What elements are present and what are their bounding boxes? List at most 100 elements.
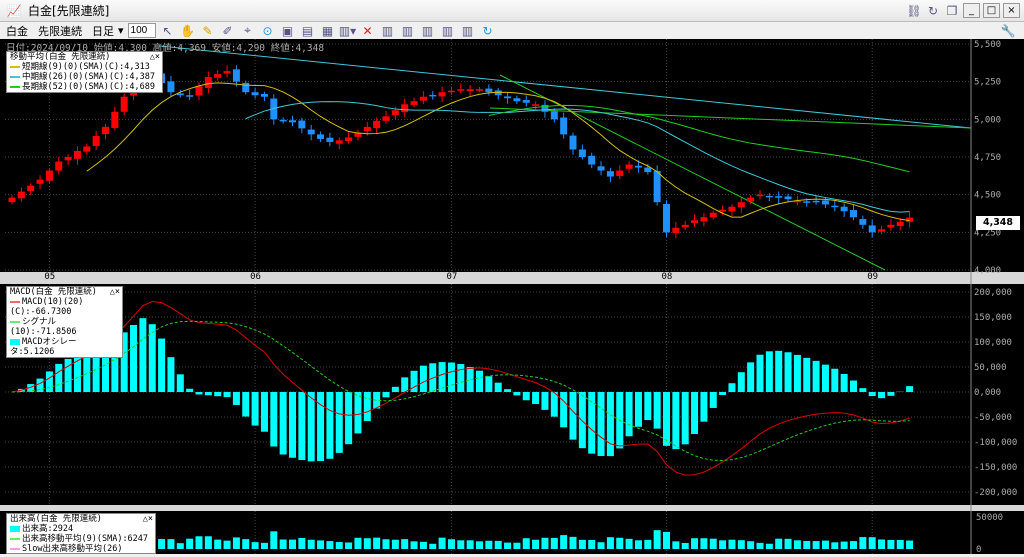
macd-oscillator-bar: [560, 392, 567, 427]
indicator-1-icon[interactable]: ▥: [380, 23, 396, 39]
indicator-2-icon[interactable]: ▥: [400, 23, 416, 39]
volume-bar: [392, 540, 399, 549]
close-button[interactable]: ×: [1003, 3, 1020, 18]
volume-bar: [373, 538, 380, 549]
price-tick-label: 5,000: [974, 115, 1001, 125]
volume-bar: [336, 542, 343, 549]
candle-down: [570, 136, 577, 150]
macd-tick-label: 100,000: [974, 338, 1012, 348]
month-label: 08: [662, 272, 673, 282]
volume-bar: [523, 538, 530, 549]
candle-up: [74, 151, 81, 159]
macd-legend-title: MACD(白金 先限連続): [10, 287, 119, 297]
crosshair-icon[interactable]: ⌖: [240, 23, 256, 39]
volume-bar: [429, 544, 436, 549]
candle-down: [766, 196, 773, 198]
draw-icon[interactable]: ✐: [220, 23, 236, 39]
volume-bar: [354, 538, 361, 549]
pencil-icon[interactable]: ✎: [200, 23, 216, 39]
bar-count-input[interactable]: [128, 23, 156, 38]
volume-bar: [878, 540, 885, 549]
candle-down: [607, 171, 614, 176]
candle-down: [551, 111, 558, 119]
volume-bar: [887, 540, 894, 549]
copy-icon[interactable]: ❐: [944, 3, 960, 19]
candle-up: [878, 229, 885, 231]
volume-legend[interactable]: 出来高(白金 先限連続)△× 出来高:2924 出来高移動平均(9)(SMA):…: [6, 513, 156, 554]
candle-up: [738, 202, 745, 207]
volume-bar: [308, 540, 315, 549]
macd-oscillator-bar: [252, 392, 259, 426]
grid-icon[interactable]: ▤: [300, 23, 316, 39]
volume-bar: [177, 543, 184, 549]
candle-down: [579, 149, 586, 157]
volume-bar: [682, 543, 689, 549]
chart-area[interactable]: 05060708095,5005,2505,0004,7504,5004,250…: [0, 39, 1024, 554]
volume-bar: [588, 540, 595, 549]
delete-chart-icon[interactable]: ✕: [360, 23, 376, 39]
volume-bar: [467, 540, 474, 549]
candle-up: [616, 171, 623, 176]
cursor-icon[interactable]: ↖: [160, 23, 176, 39]
collapse-close-icon[interactable]: △×: [110, 287, 120, 297]
chart-canvas[interactable]: 05060708095,5005,2505,0004,7504,5004,250…: [0, 39, 1024, 554]
collapse-close-icon[interactable]: △×: [143, 514, 153, 524]
macd-oscillator-bar: [205, 392, 212, 395]
indicator-3-icon[interactable]: ▥: [420, 23, 436, 39]
macd-oscillator-bar: [233, 392, 240, 405]
chart-window-icon[interactable]: ▣: [280, 23, 296, 39]
minimize-button[interactable]: _: [963, 3, 980, 18]
refresh-icon[interactable]: ↻: [925, 3, 941, 19]
up-circle-icon[interactable]: ⊙: [260, 23, 276, 39]
candle-down: [869, 225, 876, 232]
volume-bar: [710, 539, 717, 549]
indicator-5-icon[interactable]: ▥: [460, 23, 476, 39]
settings-wrench-icon[interactable]: 🔧: [1000, 23, 1016, 39]
instrument-menu[interactable]: 白金: [6, 23, 28, 39]
macd-tick-label: 0,000: [974, 388, 1001, 398]
candle-up: [37, 180, 44, 184]
candle-up: [672, 228, 679, 233]
volume-bar: [738, 540, 745, 549]
macd-oscillator-bar: [551, 392, 558, 417]
period-dropdown[interactable]: 日足: [92, 23, 114, 39]
chevron-down-icon[interactable]: ▾: [118, 24, 124, 37]
indicator-4-icon[interactable]: ▥: [440, 23, 456, 39]
macd-oscillator-bar: [757, 355, 764, 392]
reload-icon[interactable]: ↻: [480, 23, 496, 39]
candle-up: [626, 165, 633, 169]
candle-up: [691, 220, 698, 223]
table-icon[interactable]: ▦: [320, 23, 336, 39]
volume-bar: [448, 539, 455, 549]
candle-up: [682, 225, 689, 227]
macd-oscillator-bar: [261, 392, 268, 432]
candle-down: [326, 138, 333, 142]
macd-oscillator-bar: [579, 392, 586, 448]
volume-bar: [626, 539, 633, 549]
candle-down: [317, 134, 324, 139]
collapse-close-icon[interactable]: △×: [150, 52, 160, 62]
macd-oscillator-bar: [298, 392, 305, 460]
macd-oscillator-bar: [457, 364, 464, 392]
ma-legend[interactable]: 移動平均(白金 先限連続)△× 短期線(9)(0)(SMA)(C):4,313 …: [6, 51, 163, 93]
hand-icon[interactable]: ✋: [180, 23, 196, 39]
volume-bar: [644, 540, 651, 549]
maximize-button[interactable]: □: [983, 3, 1000, 18]
contract-menu[interactable]: 先限連続: [38, 23, 82, 39]
macd-oscillator-bar: [906, 386, 913, 392]
candle-up: [420, 97, 427, 101]
candle-up: [102, 127, 109, 134]
candle-down: [859, 219, 866, 225]
macd-oscillator-bar: [280, 392, 287, 455]
macd-oscillator-bar: [476, 371, 483, 392]
volume-bar: [158, 539, 165, 549]
volume-bar: [401, 539, 408, 549]
macd-oscillator-bar: [383, 392, 390, 397]
link-icon[interactable]: ⛓: [906, 3, 922, 19]
volume-bar: [167, 539, 174, 549]
macd-legend[interactable]: MACD(白金 先限連続)△× MACD(10)(20)(C):-66.7300…: [6, 286, 123, 358]
bar-chart-icon[interactable]: ▥▾: [340, 23, 356, 39]
sma-short-line: [87, 83, 910, 221]
macd-oscillator-bar: [822, 365, 829, 392]
volume-bar: [579, 540, 586, 549]
